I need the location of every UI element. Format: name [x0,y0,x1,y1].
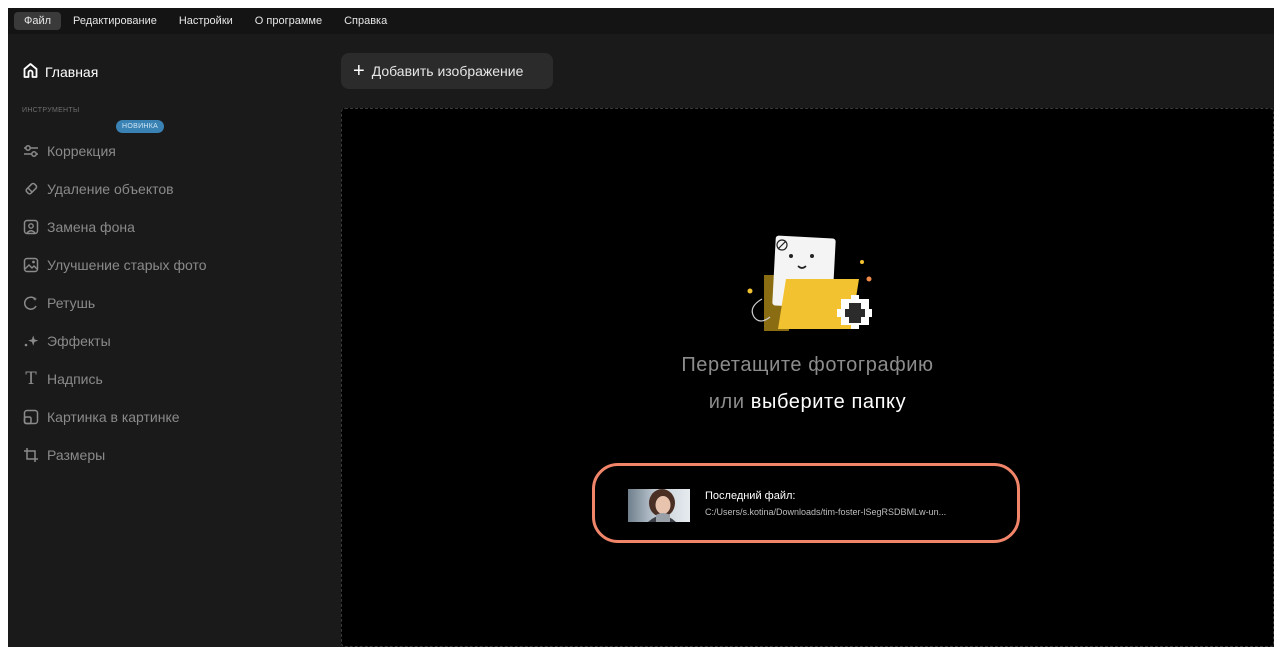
sparkle-icon [22,332,40,350]
portrait-icon [22,218,40,236]
crop-icon [22,446,40,464]
new-badge: НОВИНКА [116,120,165,133]
sidebar-item-effects[interactable]: Эффекты [22,330,111,352]
menu-edit[interactable]: Редактирование [63,12,167,30]
text-icon: T [25,369,37,389]
sidebar-item-picture-in-picture[interactable]: Картинка в картинке [22,406,180,428]
app-window: Файл Редактирование Настройки О программ… [8,8,1274,647]
section-label-tools: ИНСТРУМЕНТЫ [22,107,80,114]
folder-illustration-icon [747,235,872,331]
sidebar-item-background-replace[interactable]: Замена фона [22,216,135,238]
sidebar-item-label: Удаление объектов [47,181,174,197]
eraser-icon [22,180,40,198]
sidebar: Главная ИНСТРУМЕНТЫ НОВИНКА Коррекция Уд… [8,34,328,647]
sidebar-item-label: Эффекты [47,333,111,349]
sidebar-item-label: Замена фона [47,219,135,235]
menu-help[interactable]: Справка [334,12,397,30]
choose-folder-link[interactable]: выберите папку [751,391,906,413]
drop-hint-line1: Перетащите фотографию [681,354,934,376]
add-image-label: Добавить изображение [371,63,524,79]
recent-file-title: Последний файл: [705,490,796,502]
recent-file-card[interactable]: Последний файл: C:/Users/s.kotina/Downlo… [592,463,1020,543]
sidebar-item-label: Главная [45,64,99,80]
sidebar-item-correction[interactable]: Коррекция [22,140,116,162]
sidebar-item-label: Улучшение старых фото [47,257,207,273]
menu-bar: Файл Редактирование Настройки О программ… [8,8,1274,34]
sidebar-item-object-removal[interactable]: Удаление объектов [22,178,174,200]
retouch-icon [22,294,40,312]
photo-enhance-icon [22,256,40,274]
sidebar-item-label: Надпись [47,371,103,387]
sidebar-item-retouch[interactable]: Ретушь [22,292,95,314]
sidebar-item-home[interactable]: Главная [22,62,98,82]
add-image-button[interactable]: + Добавить изображение [341,53,553,89]
sidebar-item-text[interactable]: T Надпись [22,368,103,390]
home-icon [22,62,45,82]
menu-settings[interactable]: Настройки [169,12,243,30]
recent-file-thumbnail [628,489,690,522]
sidebar-item-label: Ретушь [47,295,96,311]
sidebar-item-old-photo-enhance[interactable]: Улучшение старых фото [22,254,206,276]
drop-hint-line2: или выберите папку [342,391,1273,414]
sidebar-item-label: Коррекция [47,143,116,159]
picture-in-picture-icon [22,408,40,426]
sliders-icon [22,142,40,160]
menu-about[interactable]: О программе [245,12,332,30]
sidebar-item-label: Размеры [47,447,106,463]
drop-hint-prefix: или [708,391,745,413]
sidebar-item-label: Картинка в картинке [47,409,180,425]
plus-icon: + [353,60,365,82]
menu-file[interactable]: Файл [14,12,62,30]
drop-zone[interactable]: Перетащите фотографию или выберите папку [341,108,1274,647]
recent-file-path: C:/Users/s.kotina/Downloads/tim-foster-l… [705,507,947,517]
sidebar-item-sizes[interactable]: Размеры [22,444,105,466]
